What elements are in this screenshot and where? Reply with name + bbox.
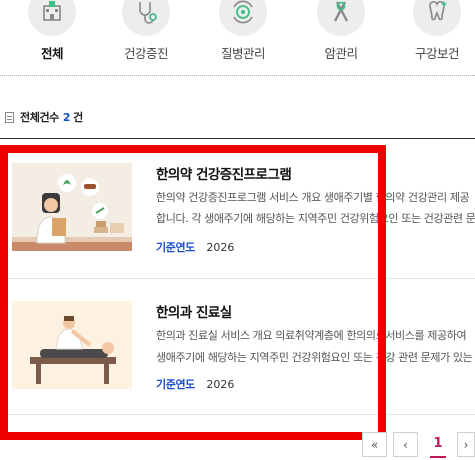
program-meta: 기준연도 2026 — [156, 239, 234, 255]
tab-label: 전체 — [40, 46, 64, 61]
meta-label: 기준연도 — [156, 241, 195, 254]
program-thumbnail[interactable] — [12, 163, 132, 251]
program-thumbnail[interactable] — [12, 301, 132, 389]
hospital-icon — [28, 0, 76, 36]
tab-disease-management[interactable]: 질병관리 — [203, 0, 283, 62]
program-title[interactable]: 한의과 진료실 — [156, 301, 232, 321]
tabs-divider — [0, 75, 475, 76]
total-count: 전체건수 2 건 — [5, 109, 83, 125]
total-count-value: 2 — [62, 110, 71, 124]
tab-label: 질병관리 — [220, 46, 266, 61]
prev-page-button[interactable]: ‹ — [393, 432, 418, 457]
program-desc-line: 한의약 건강증진프로그램 서비스 개요 생애주기별 한의약 건강관리 제공 — [156, 191, 470, 204]
virus-care-icon — [219, 0, 267, 36]
tab-health-promotion[interactable]: 건강증진 — [106, 0, 186, 62]
meta-label: 기준연도 — [156, 378, 195, 391]
page-number-current[interactable]: 1 — [430, 436, 446, 451]
meta-value: 2026 — [206, 241, 235, 254]
program-desc-line: 한의과 진료실 서비스 개요 의료취약계층에 한의의료서비스를 제공하여 — [156, 329, 467, 342]
list-separator — [0, 278, 475, 279]
current-page-underline — [430, 456, 446, 458]
list-top-border — [0, 138, 475, 139]
document-icon — [5, 111, 14, 123]
program-meta: 기준연도 2026 — [156, 376, 234, 392]
tab-label: 건강증진 — [123, 46, 169, 61]
program-desc-line: 생애주기에 해당하는 지역주민 건강위험요인 또는 건강 관련 문제가 있는 — [156, 351, 473, 364]
ribbon-icon — [317, 0, 365, 36]
tab-label: 구강보건 — [414, 46, 460, 61]
next-page-button[interactable]: › — [457, 432, 475, 457]
total-count-unit: 건 — [73, 111, 83, 124]
tab-label: 암관리 — [324, 46, 358, 61]
program-desc-line: 합니다. 각 생애주기에 해당하는 지역주민 건강위험요인 또는 건강관련 문제 — [156, 212, 475, 225]
tooth-icon — [413, 0, 461, 36]
tab-cancer-management[interactable]: 암관리 — [301, 0, 381, 62]
tab-all[interactable]: 전체 — [12, 0, 92, 62]
list-separator — [0, 414, 475, 415]
first-page-button[interactable]: « — [362, 432, 387, 457]
category-tabs: 전체 건강증진 질병관리 암관리 구강보건 — [0, 0, 475, 76]
meta-value: 2026 — [206, 378, 235, 391]
stethoscope-icon — [122, 0, 170, 36]
total-count-label: 전체건수 — [20, 111, 59, 124]
program-title[interactable]: 한의약 건강증진프로그램 — [156, 163, 292, 183]
tab-oral-health[interactable]: 구강보건 — [397, 0, 475, 62]
